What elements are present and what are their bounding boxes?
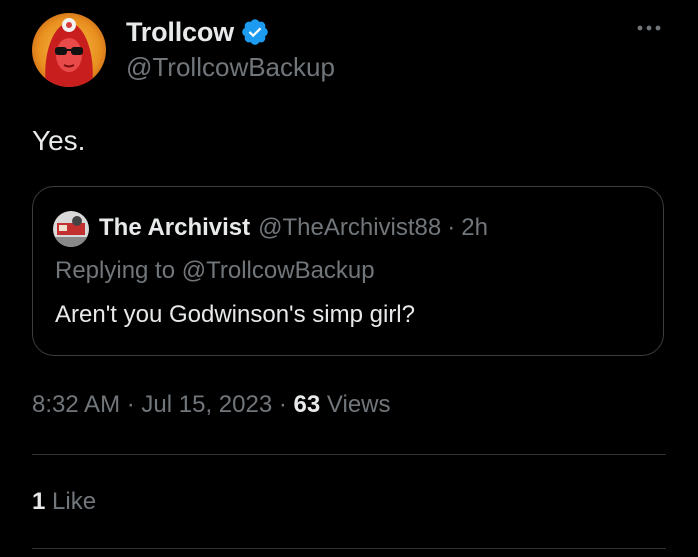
tweet-time[interactable]: 8:32 AM [32,391,120,418]
quoted-tweet[interactable]: The Archivist @TheArchivist88 · 2h Reply… [32,186,664,356]
author-info: Trollcow @TrollcowBackup [126,14,335,83]
quoted-separator: · [447,214,456,241]
replying-mention[interactable]: @TrollcowBackup [182,257,375,284]
views-label: Views [326,391,391,418]
author-avatar[interactable] [32,13,106,87]
quoted-timestamp[interactable]: 2h [461,214,488,242]
verified-badge-icon [240,17,270,47]
tweet-meta: 8:32 AM · Jul 15, 2023 · 63 Views [32,391,391,419]
tweet-stats[interactable]: 1 Like [32,488,96,516]
more-options-icon[interactable] [634,18,664,38]
views-count: 63 [293,391,321,418]
meta-separator-1: · [126,391,135,418]
quoted-author-avatar[interactable] [53,211,89,247]
likes-count: 1 [32,488,46,515]
replying-prefix: Replying to [55,257,176,284]
tweet-date[interactable]: Jul 15, 2023 [141,391,272,418]
tweet-text: Yes. [32,125,86,156]
quoted-display-name[interactable]: The Archivist [99,214,250,242]
author-display-name[interactable]: Trollcow [126,17,234,48]
divider-bottom [32,548,666,549]
divider-top [32,454,666,455]
quoted-handle[interactable]: @TheArchivist88 [258,214,441,242]
quoted-header: The Archivist @TheArchivist88 · 2h [99,211,488,245]
display-name-row: Trollcow [126,14,335,50]
quoted-replying-to: Replying to @TrollcowBackup [55,257,375,285]
likes-label: Like [52,488,97,515]
quoted-text: Aren't you Godwinson's simp girl? [55,301,415,328]
author-handle[interactable]: @TrollcowBackup [126,52,335,83]
meta-separator-2: · [278,391,287,418]
tweet: Trollcow @TrollcowBackup Yes. The Archiv… [0,0,698,557]
